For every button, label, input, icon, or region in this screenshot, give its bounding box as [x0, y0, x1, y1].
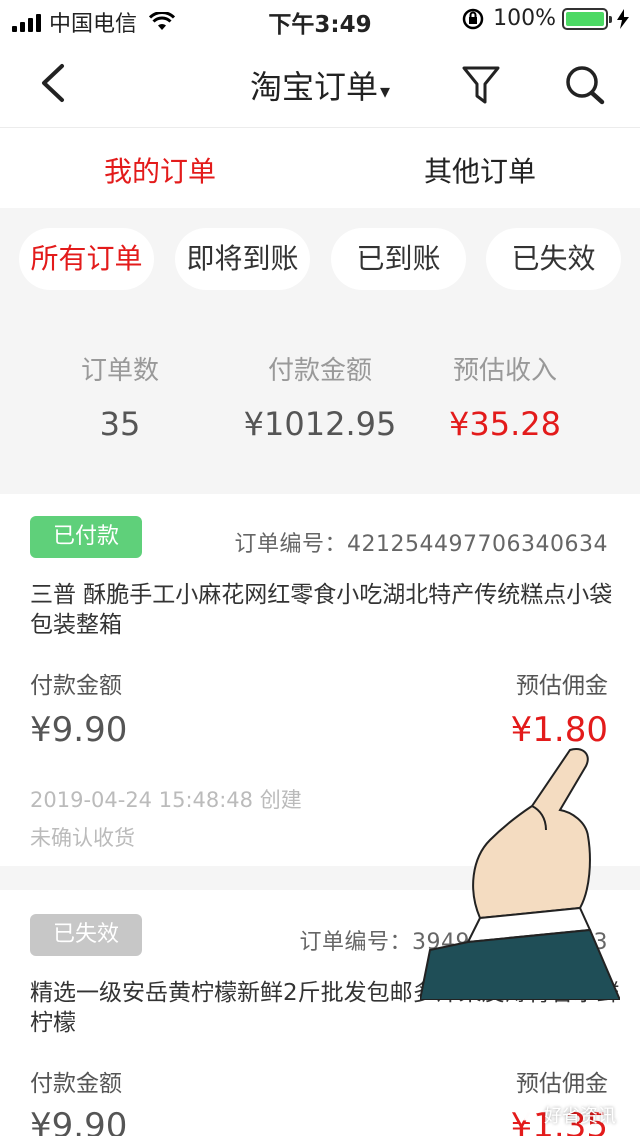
commission-label: 预估佣金: [516, 1071, 608, 1097]
filter-pending[interactable]: 即将到账: [175, 228, 310, 290]
battery-percent: 100%: [493, 6, 556, 31]
page-title-text: 淘宝订单: [249, 68, 378, 106]
order-count-value: 35: [99, 405, 141, 443]
tab-other-orders[interactable]: 其他订单: [320, 150, 640, 190]
income-label: 预估收入: [452, 356, 557, 386]
filter-icon[interactable]: [458, 62, 504, 108]
battery-icon: [562, 7, 612, 30]
status-filter-row: 所有订单 即将到账 已到账 已失效: [0, 208, 640, 312]
order-number: 订单编号：4212544977063406​34: [234, 532, 608, 557]
order-count-label: 订单数: [80, 356, 159, 386]
status-right: 100%: [461, 6, 630, 31]
orientation-lock-icon: [462, 8, 484, 29]
filter-received[interactable]: 已到账: [331, 228, 466, 290]
status-badge: 已付款: [30, 516, 142, 558]
page-title[interactable]: 淘宝订单 ▾: [0, 62, 640, 108]
filter-all-orders[interactable]: 所有订单: [19, 228, 154, 290]
watermark: 好省资讯: [516, 1102, 616, 1128]
order-source-tabs: 我的订单 其他订单: [0, 128, 640, 208]
income-value: ¥35.28: [449, 405, 561, 443]
charging-icon: [617, 8, 629, 29]
filter-expired[interactable]: 已失效: [486, 228, 621, 290]
screen: 中国电信 下午3:49 100% 淘宝订单 ▾ 我的订单 其他订单 所有订单 即…: [0, 0, 640, 1136]
pay-amount-label: 付款金额: [30, 673, 122, 699]
payment-value: ¥1012.95: [243, 405, 397, 443]
commission-label: 预估佣金: [516, 673, 608, 699]
payment-label: 付款金额: [267, 356, 372, 386]
pay-amount-label: 付款金额: [30, 1071, 122, 1097]
watermark-text: 好省资讯: [544, 1106, 616, 1127]
nav-bar: 淘宝订单 ▾: [0, 40, 640, 128]
pointing-hand-icon: [420, 748, 620, 1000]
summary-payment: 付款金额 ¥1012.95: [220, 350, 420, 443]
created-time: 2019-04-24 15:48:48 创建: [30, 788, 302, 812]
pay-amount-value: ¥9.90: [30, 1106, 128, 1136]
receipt-status: 未确认收货: [30, 826, 135, 850]
order-title: 三普 酥脆手工小麻花网红零食小吃湖北特产传统糕点小袋包装整箱: [30, 582, 613, 638]
pay-amount-value: ¥9.90: [30, 710, 128, 750]
status-bar: 中国电信 下午3:49 100%: [0, 0, 640, 40]
summary-order-count: 订单数 35: [40, 350, 200, 443]
wechat-icon: [517, 1107, 538, 1123]
tab-my-orders[interactable]: 我的订单: [0, 150, 320, 190]
summary-income: 预估收入 ¥35.28: [420, 350, 590, 443]
chevron-down-icon: ▾: [379, 79, 391, 103]
order-summary: 订单数 35 付款金额 ¥1012.95 预估收入 ¥35.28: [0, 312, 640, 472]
search-icon[interactable]: [562, 62, 608, 108]
status-badge: 已失效: [30, 914, 142, 956]
